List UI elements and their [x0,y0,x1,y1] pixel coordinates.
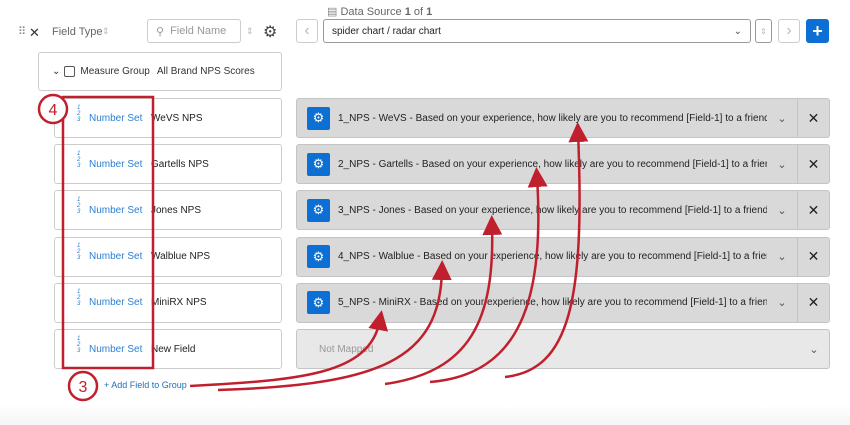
arrows [189,122,589,392]
highlight-box [61,95,155,370]
step-4-label: 4 [49,102,58,119]
annotation-overlay: 4 3 [37,93,589,402]
step-3-label: 3 [79,379,88,396]
